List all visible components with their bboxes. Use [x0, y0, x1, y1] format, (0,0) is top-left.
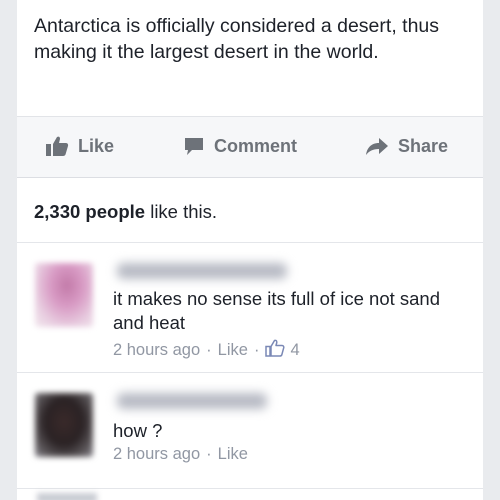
comment-button-label: Comment: [214, 135, 298, 156]
share-button[interactable]: Share: [365, 135, 448, 157]
separator-dot: ·: [206, 445, 212, 463]
separator-dot: ·: [206, 341, 212, 359]
avatar-partial: [37, 493, 97, 500]
comment-item: it makes no sense its full of ice not sa…: [17, 242, 483, 372]
commenter-name-blurred[interactable]: [117, 393, 267, 409]
avatar[interactable]: [35, 393, 93, 457]
post-text: Antarctica is officially considered a de…: [34, 15, 440, 63]
comment-button[interactable]: Comment: [183, 135, 297, 157]
like-button[interactable]: Like: [45, 135, 114, 157]
thumbs-up-icon: [45, 135, 69, 157]
comment-timestamp[interactable]: 2 hours ago: [113, 445, 200, 464]
likes-line: 2,330 people like this.: [34, 201, 217, 223]
share-button-label: Share: [398, 135, 449, 156]
speech-bubble-icon: [183, 135, 205, 157]
like-button-label: Like: [78, 135, 115, 156]
comment-like-link[interactable]: Like: [218, 341, 248, 360]
avatar[interactable]: [35, 263, 93, 327]
commenter-name-blurred[interactable]: [117, 263, 287, 279]
thumbs-up-outline-icon: [265, 339, 285, 362]
post-actions-bar: Like Comment Share: [17, 116, 483, 178]
next-comment-partial: [17, 488, 483, 500]
post-card: Antarctica is officially considered a de…: [17, 0, 483, 116]
comment-item: how ? 2 hours ago · Like: [17, 372, 483, 488]
likes-summary: 2,330 people like this.: [17, 178, 483, 242]
share-arrow-icon: [365, 135, 389, 157]
comment-meta: 2 hours ago · Like: [113, 445, 248, 464]
comment-text: how ?: [113, 420, 163, 441]
likes-count-link[interactable]: 2,330 people: [34, 201, 145, 222]
likes-suffix: like this.: [145, 201, 218, 222]
comment-text: it makes no sense its full of ice not sa…: [113, 288, 441, 333]
comment-timestamp[interactable]: 2 hours ago: [113, 341, 200, 360]
separator-dot: ·: [253, 341, 260, 359]
comment-like-link[interactable]: Like: [218, 445, 248, 464]
comment-meta: 2 hours ago · Like · 4: [113, 339, 300, 362]
comment-like-count[interactable]: 4: [290, 341, 299, 360]
